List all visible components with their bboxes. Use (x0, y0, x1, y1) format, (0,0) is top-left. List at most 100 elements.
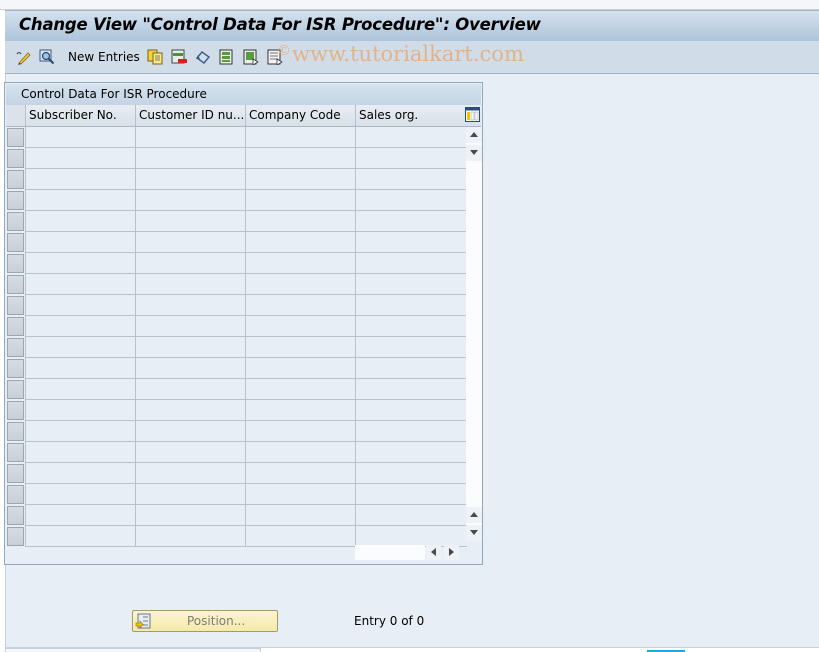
cell-sales-org[interactable] (355, 190, 467, 211)
cell-customer-id[interactable] (135, 316, 245, 337)
cell-sales-org[interactable] (355, 127, 467, 148)
column-header-subscriber-no[interactable]: Subscriber No. (25, 105, 135, 126)
row-selector[interactable] (7, 401, 24, 420)
cell-sales-org[interactable] (355, 274, 467, 295)
cell-subscriber-no[interactable] (25, 505, 135, 526)
cell-sales-org[interactable] (355, 358, 467, 379)
select-block-icon[interactable] (243, 49, 259, 65)
cell-company-code[interactable] (245, 442, 355, 463)
cell-customer-id[interactable] (135, 169, 245, 190)
table-settings-icon[interactable] (465, 107, 480, 122)
cell-subscriber-no[interactable] (25, 127, 135, 148)
select-all-rows-corner[interactable] (6, 105, 25, 126)
row-selector[interactable] (7, 317, 24, 336)
row-selector[interactable] (7, 149, 24, 168)
cell-subscriber-no[interactable] (25, 526, 135, 547)
cell-sales-org[interactable] (355, 400, 467, 421)
cell-subscriber-no[interactable] (25, 274, 135, 295)
cell-customer-id[interactable] (135, 190, 245, 211)
cell-company-code[interactable] (245, 358, 355, 379)
cell-subscriber-no[interactable] (25, 337, 135, 358)
cell-customer-id[interactable] (135, 505, 245, 526)
cell-subscriber-no[interactable] (25, 379, 135, 400)
cell-subscriber-no[interactable] (25, 442, 135, 463)
cell-subscriber-no[interactable] (25, 169, 135, 190)
cell-customer-id[interactable] (135, 421, 245, 442)
page-down-button[interactable] (466, 525, 482, 541)
row-selector[interactable] (7, 128, 24, 147)
cell-company-code[interactable] (245, 421, 355, 442)
horizontal-scrollbar[interactable] (355, 545, 425, 560)
cell-company-code[interactable] (245, 379, 355, 400)
cell-customer-id[interactable] (135, 274, 245, 295)
scroll-left-button[interactable] (426, 545, 441, 560)
row-selector[interactable] (7, 485, 24, 504)
row-selector[interactable] (7, 170, 24, 189)
row-selector[interactable] (7, 233, 24, 252)
copy-as-icon[interactable] (147, 49, 163, 65)
cell-subscriber-no[interactable] (25, 211, 135, 232)
cell-customer-id[interactable] (135, 463, 245, 484)
cell-customer-id[interactable] (135, 337, 245, 358)
undo-change-icon[interactable] (195, 49, 211, 65)
cell-company-code[interactable] (245, 232, 355, 253)
scroll-up-button[interactable] (466, 127, 482, 143)
page-up-button[interactable] (466, 507, 482, 523)
cell-company-code[interactable] (245, 463, 355, 484)
cell-company-code[interactable] (245, 127, 355, 148)
row-selector[interactable] (7, 275, 24, 294)
column-header-sales-org[interactable]: Sales org. (355, 105, 463, 126)
cell-subscriber-no[interactable] (25, 316, 135, 337)
cell-customer-id[interactable] (135, 232, 245, 253)
cell-subscriber-no[interactable] (25, 400, 135, 421)
cell-subscriber-no[interactable] (25, 190, 135, 211)
cell-subscriber-no[interactable] (25, 484, 135, 505)
row-selector[interactable] (7, 212, 24, 231)
vertical-scrollbar[interactable] (466, 127, 482, 541)
cell-subscriber-no[interactable] (25, 463, 135, 484)
row-selector[interactable] (7, 254, 24, 273)
cell-company-code[interactable] (245, 190, 355, 211)
cell-company-code[interactable] (245, 484, 355, 505)
find-icon[interactable] (39, 49, 55, 65)
cell-subscriber-no[interactable] (25, 253, 135, 274)
cell-company-code[interactable] (245, 211, 355, 232)
cell-subscriber-no[interactable] (25, 295, 135, 316)
cell-company-code[interactable] (245, 274, 355, 295)
edit-display-toggle-icon[interactable] (15, 49, 31, 65)
row-selector[interactable] (7, 191, 24, 210)
deselect-all-icon[interactable] (267, 49, 283, 65)
cell-customer-id[interactable] (135, 400, 245, 421)
cell-company-code[interactable] (245, 400, 355, 421)
cell-sales-org[interactable] (355, 526, 467, 547)
row-selector[interactable] (7, 338, 24, 357)
cell-sales-org[interactable] (355, 337, 467, 358)
cell-subscriber-no[interactable] (25, 421, 135, 442)
cell-customer-id[interactable] (135, 442, 245, 463)
cell-customer-id[interactable] (135, 484, 245, 505)
cell-company-code[interactable] (245, 337, 355, 358)
cell-sales-org[interactable] (355, 484, 467, 505)
cell-sales-org[interactable] (355, 505, 467, 526)
row-selector[interactable] (7, 422, 24, 441)
cell-company-code[interactable] (245, 316, 355, 337)
cell-sales-org[interactable] (355, 211, 467, 232)
cell-customer-id[interactable] (135, 379, 245, 400)
cell-customer-id[interactable] (135, 127, 245, 148)
row-selector[interactable] (7, 506, 24, 525)
cell-sales-org[interactable] (355, 421, 467, 442)
cell-customer-id[interactable] (135, 211, 245, 232)
cell-sales-org[interactable] (355, 295, 467, 316)
cell-company-code[interactable] (245, 526, 355, 547)
column-header-customer-id[interactable]: Customer ID nu... (135, 105, 245, 126)
row-selector[interactable] (7, 296, 24, 315)
scroll-down-button[interactable] (466, 145, 482, 161)
column-header-company-code[interactable]: Company Code (245, 105, 355, 126)
cell-customer-id[interactable] (135, 526, 245, 547)
select-all-icon[interactable] (219, 49, 235, 65)
cell-subscriber-no[interactable] (25, 148, 135, 169)
cell-customer-id[interactable] (135, 358, 245, 379)
cell-company-code[interactable] (245, 253, 355, 274)
row-selector[interactable] (7, 359, 24, 378)
cell-sales-org[interactable] (355, 442, 467, 463)
